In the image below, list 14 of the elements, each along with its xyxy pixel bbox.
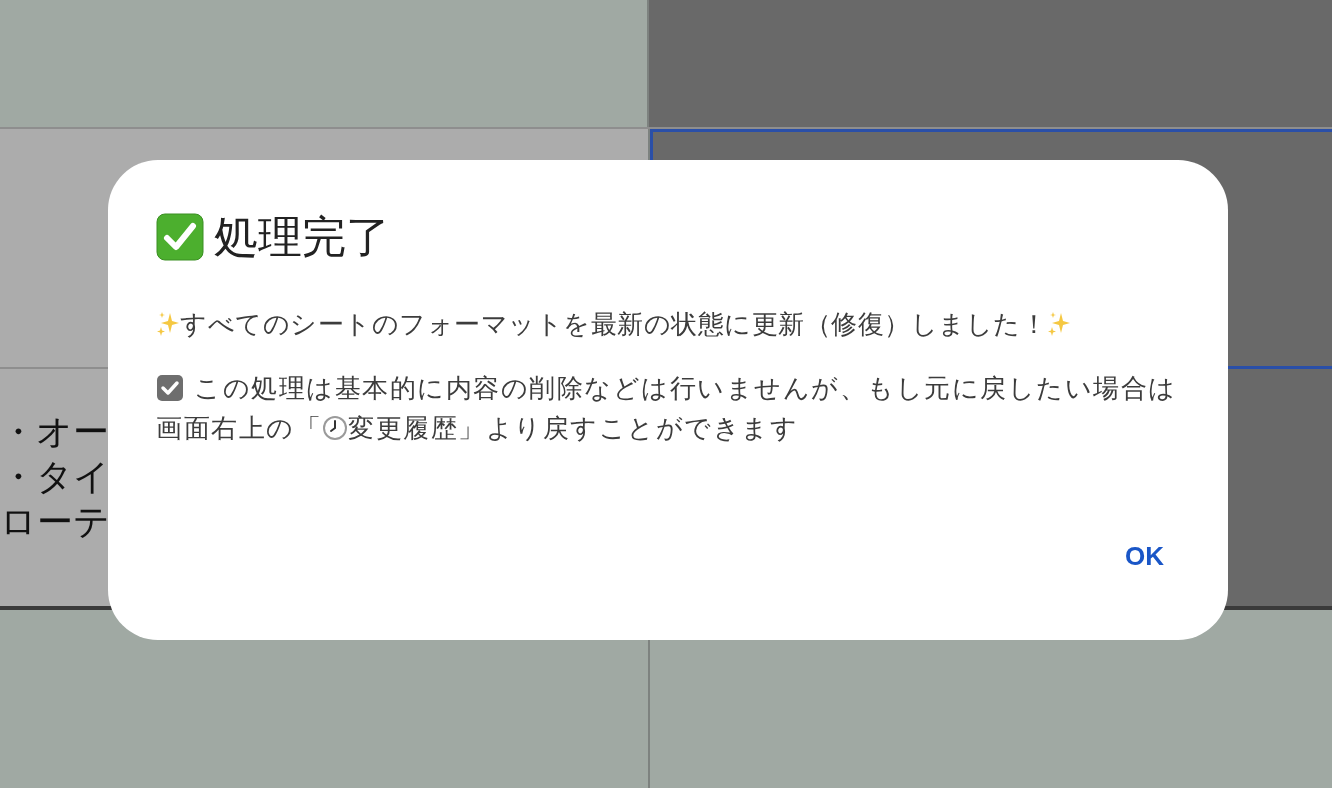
note-text: 変更履歴」より戻すことができます <box>348 412 798 445</box>
cell-text: ローテ <box>0 500 110 544</box>
note-text: 画面右上の「 <box>156 412 322 445</box>
clock-icon <box>322 415 348 441</box>
message-text: すべてのシートのフォーマットを最新の状態に更新（修復）しました！ <box>180 308 1047 341</box>
sparkle-icon <box>156 311 180 337</box>
cell-text: ・オー <box>0 410 109 454</box>
sparkle-icon <box>1047 311 1071 337</box>
note-text: この処理は基本的に内容の削除などは行いませんが、もし元に戻したい場合は <box>194 372 1177 405</box>
cell-text: ・タイ <box>0 455 110 499</box>
ok-button[interactable]: OK <box>1117 533 1172 580</box>
dialog-title: 処理完了 <box>214 211 390 263</box>
check-mark-icon <box>156 213 204 261</box>
checkbox-icon <box>156 374 184 402</box>
